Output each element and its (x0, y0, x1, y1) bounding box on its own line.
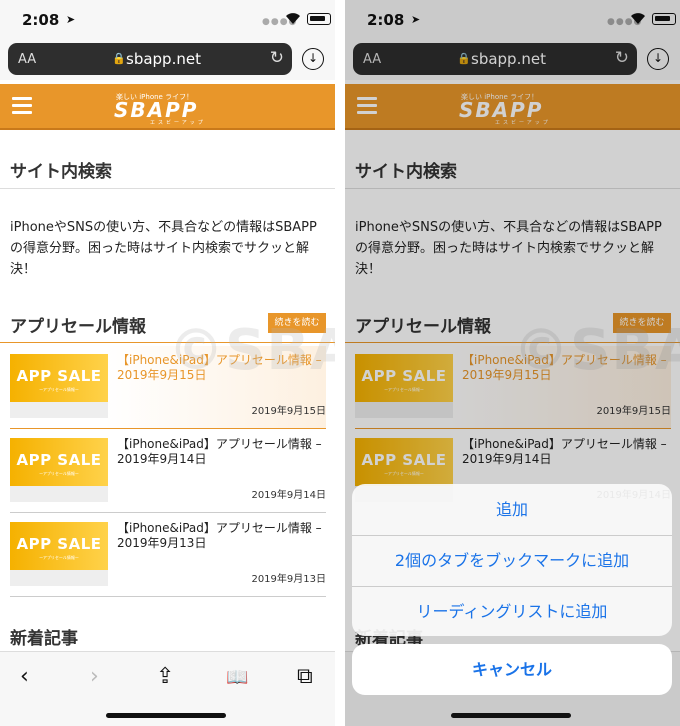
logo-subtext: エスビーアップ (150, 120, 206, 126)
site-header: 楽しい iPhone ライフ！ SBAPP エスビーアップ (0, 84, 335, 130)
list-item[interactable]: APP SALE ーアプリセール情報ー 【iPhone&iPad】アプリセール情報… (10, 430, 326, 512)
tabs-icon[interactable]: ⧉ (297, 664, 313, 689)
item-date: 2019年9月15日 (251, 406, 326, 417)
thumbnail-text: APP SALE (16, 367, 102, 385)
status-time: 2:08 (22, 11, 60, 29)
search-intro-text: iPhoneやSNSの使い方、不具合などの情報はSBAPPの得意分野。困った時は… (10, 220, 317, 277)
status-bar: 2:08 ➤ ●●●● (0, 0, 335, 40)
share-icon[interactable]: ⇪ (156, 664, 174, 689)
url-bar[interactable]: AA 🔒 sbapp.net ↻ (8, 43, 292, 75)
home-indicator (451, 713, 571, 718)
menu-icon[interactable] (12, 97, 32, 114)
item-title[interactable]: 【iPhone&iPad】アプリセール情報 – 2019年9月14日 (117, 437, 326, 467)
item-date: 2019年9月14日 (251, 490, 326, 501)
location-icon: ➤ (66, 13, 76, 26)
app-sale-thumbnail[interactable]: APP SALE ーアプリセール情報ー (10, 354, 108, 418)
thumbnail-subtext: ーアプリセール情報ー (39, 471, 79, 476)
add-button[interactable]: 追加 (352, 484, 672, 535)
reload-icon[interactable]: ↻ (270, 48, 284, 68)
download-icon[interactable]: ↓ (302, 48, 324, 70)
section-title-new: 新着記事 (10, 629, 78, 649)
cancel-button[interactable]: キャンセル (352, 644, 672, 695)
url-text[interactable]: sbapp.net (126, 50, 201, 68)
address-bar-area: AA 🔒 sbapp.net ↻ ↓ (0, 40, 335, 80)
item-divider (10, 596, 326, 597)
reader-options-button[interactable]: AA (18, 52, 36, 67)
panel-divider (335, 0, 345, 726)
thumbnail-text: APP SALE (16, 535, 102, 553)
reading-list-button[interactable]: リーディングリストに追加 (352, 586, 672, 636)
wifi-icon (286, 13, 300, 24)
thumbnail-subtext: ーアプリセール情報ー (39, 555, 79, 560)
bookmark-tabs-button[interactable]: 2個のタブをブックマークに追加 (352, 535, 672, 586)
thumbnail-text: APP SALE (16, 451, 102, 469)
phone-right: 2:08 ➤ ●●●● AA 🔒 sbapp.net ↻ ↓ 楽しい iPhon… (345, 0, 680, 726)
item-title[interactable]: 【iPhone&iPad】アプリセール情報 – 2019年9月13日 (117, 521, 326, 551)
bookmarks-icon[interactable]: 📖 (226, 667, 248, 688)
forward-icon[interactable]: › (90, 664, 99, 689)
item-divider (10, 512, 326, 513)
thumbnail-subtext: ーアプリセール情報ー (39, 387, 79, 392)
item-divider (10, 428, 326, 429)
battery-icon (307, 13, 331, 25)
app-sale-thumbnail[interactable]: APP SALE ーアプリセール情報ー (10, 522, 108, 586)
action-sheet: 追加 2個のタブをブックマークに追加 リーディングリストに追加 (352, 484, 672, 636)
list-item[interactable]: APP SALE ーアプリセール情報ー 【iPhone&iPad】アプリセール情報… (10, 514, 326, 596)
lock-icon: 🔒 (112, 52, 126, 65)
item-date: 2019年9月13日 (251, 574, 326, 585)
section-title-sale: アプリセール情報 (10, 317, 146, 337)
back-icon[interactable]: ‹ (20, 664, 29, 689)
section-title-search: サイト内検索 (10, 162, 112, 182)
section-divider (0, 188, 335, 189)
watermark: ©SBAPP (168, 318, 335, 383)
app-sale-thumbnail[interactable]: APP SALE ーアプリセール情報ー (10, 438, 108, 502)
home-indicator (106, 713, 226, 718)
phone-left: 2:08 ➤ ●●●● AA 🔒 sbapp.net ↻ ↓ 楽しい iPhon… (0, 0, 335, 726)
